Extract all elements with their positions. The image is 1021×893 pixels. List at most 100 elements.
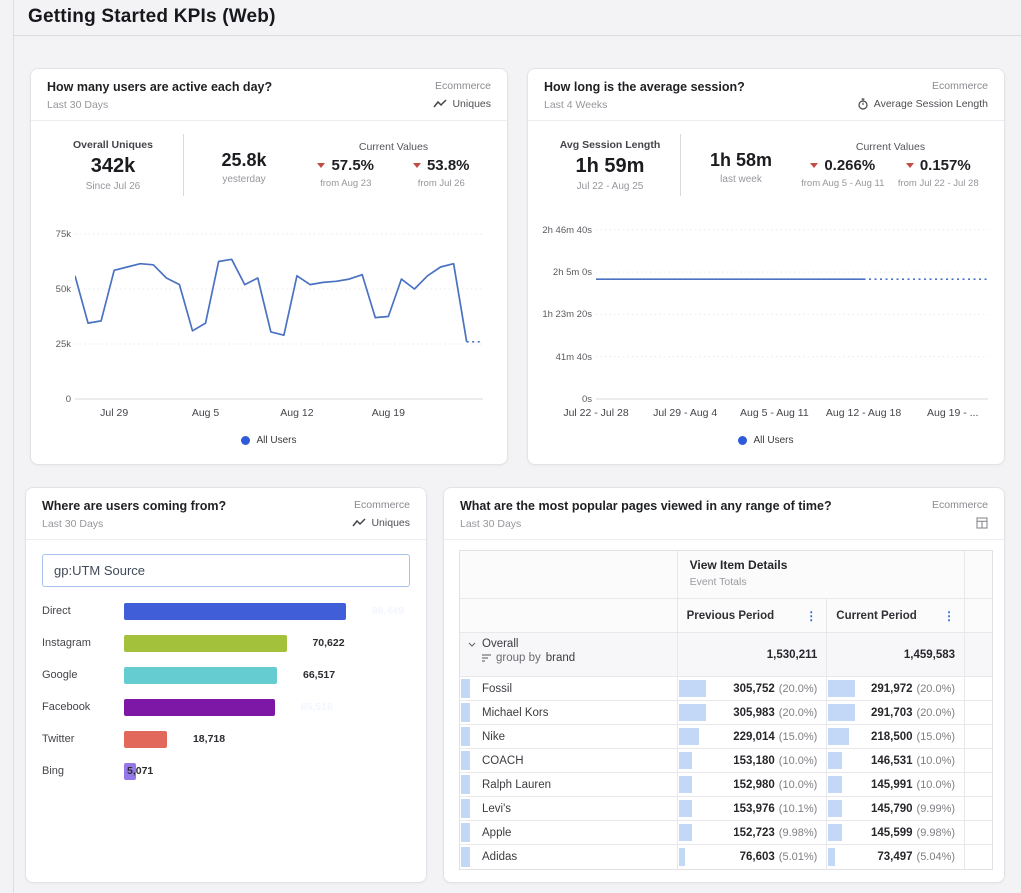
column-previous-period[interactable]: Previous Period ⋮: [678, 599, 828, 632]
kebab-menu-icon[interactable]: ⋮: [943, 609, 955, 623]
utm-bar-row: Facebook65,516: [42, 691, 410, 723]
stat-label: Avg Session Length: [546, 139, 674, 151]
subheader-empty-cell: [460, 599, 678, 632]
stat-latest: 1h 58m last week: [687, 146, 795, 185]
y-tick-label: 41m 40s: [556, 352, 592, 363]
value: 305,983: [733, 707, 775, 719]
date-range-label: Last 30 Days: [47, 99, 272, 111]
subheader-empty-cell: [965, 599, 992, 632]
bar-value-label: 65,516: [301, 699, 333, 716]
brand-name: Michael Kors: [482, 707, 548, 719]
event-name[interactable]: View Item Details: [690, 558, 952, 572]
stat-divider: [680, 134, 681, 196]
group-by-header[interactable]: gp:UTM Source: [42, 554, 410, 587]
y-tick-label: 2h 5m 0s: [553, 267, 592, 278]
line-chart-svg: [75, 221, 483, 401]
board-name[interactable]: Ecommerce: [352, 499, 410, 511]
brand-name: Nike: [482, 731, 505, 743]
value-minibar: [828, 704, 855, 721]
period-value-cell: 146,531(10.0%): [827, 749, 965, 772]
value-minibar: [679, 704, 706, 721]
group-by-chip[interactable]: group by brand: [468, 652, 669, 664]
value: 153,180: [733, 755, 775, 767]
metric-label: Average Session Length: [874, 98, 988, 110]
delta-value: 53.8%: [427, 157, 470, 174]
utm-bar-google[interactable]: [124, 667, 277, 684]
value-minibar: [828, 680, 855, 697]
board-name[interactable]: Ecommerce: [932, 499, 988, 511]
delta-value: 57.5%: [331, 157, 374, 174]
line-chart-svg: [596, 221, 988, 401]
events-table: View Item Details Event Totals Previous …: [459, 550, 993, 870]
row-marker: [461, 727, 470, 746]
stat-caption: Jul 22 - Aug 25: [546, 181, 674, 192]
plot-area: [75, 221, 483, 401]
period-value-cell: 291,703(20.0%): [827, 701, 965, 724]
kebab-menu-icon[interactable]: ⋮: [805, 609, 817, 623]
series-line-all-users: [75, 259, 467, 342]
board-name[interactable]: Ecommerce: [857, 80, 988, 92]
row-end-cell: [965, 701, 992, 724]
metric-label: Uniques: [452, 98, 491, 110]
value-minibar: [679, 728, 699, 745]
x-tick-label: Aug 12 - Aug 18: [826, 407, 901, 419]
value-minibar: [828, 848, 835, 866]
table-row: COACH153,180(10.0%)146,531(10.0%): [460, 749, 992, 773]
utm-bar-direct[interactable]: [124, 603, 346, 620]
delta-caption: from Aug 23: [298, 178, 394, 189]
report-title[interactable]: Where are users coming from?: [42, 499, 226, 513]
x-tick-label: Jul 22 - Jul 28: [563, 407, 628, 419]
report-title[interactable]: What are the most popular pages viewed i…: [460, 499, 832, 513]
bar-track: 18,718: [124, 731, 410, 748]
legend-item-all-users[interactable]: All Users: [738, 435, 793, 446]
overall-current-value: 1,459,583: [904, 649, 955, 661]
table-row: Michael Kors305,983(20.0%)291,703(20.0%): [460, 701, 992, 725]
current-values-label: Current Values: [795, 141, 986, 153]
column-current-period[interactable]: Current Period ⋮: [827, 599, 965, 632]
legend-item-all-users[interactable]: All Users: [241, 435, 296, 446]
utm-bar-facebook[interactable]: [124, 699, 275, 716]
page-title: Getting Started KPIs (Web): [28, 6, 276, 28]
period-value-cell: 152,723(9.98%): [678, 821, 828, 844]
board-name[interactable]: Ecommerce: [433, 80, 491, 92]
legend-dot: [738, 436, 747, 445]
value-minibar: [828, 800, 842, 817]
report-title[interactable]: How many users are active each day?: [47, 80, 272, 94]
delta-block: 0.157% from Jul 22 - Jul 28: [891, 157, 987, 189]
table-icon: [976, 517, 988, 529]
group-by-value: brand: [546, 652, 575, 664]
x-tick-label: Jul 29 - Aug 4: [653, 407, 717, 419]
brand-name: Levi's: [482, 803, 511, 815]
period-value-cell: 305,752(20.0%): [678, 677, 828, 700]
value: 145,991: [871, 779, 913, 791]
current-values-label: Current Values: [298, 141, 489, 153]
chevron-down-icon[interactable]: [468, 642, 476, 647]
value: 73,497: [877, 851, 912, 863]
report-title[interactable]: How long is the average session?: [544, 80, 745, 94]
period-value-cell: 291,972(20.0%): [827, 677, 965, 700]
y-tick-label: 25k: [56, 339, 71, 350]
bar-track: 65,516: [124, 699, 410, 716]
row-marker: [461, 751, 470, 770]
row-marker: [461, 823, 470, 842]
metric-row: [932, 517, 988, 529]
stat-caption: yesterday: [190, 174, 298, 185]
brand-label-cell: Fossil: [460, 677, 678, 700]
utm-bar-twitter[interactable]: [124, 731, 167, 748]
brand-label-cell: Apple: [460, 821, 678, 844]
period-value-cell: 145,599(9.98%): [827, 821, 965, 844]
stat-divider: [183, 134, 184, 196]
period-value-cell: 152,980(10.0%): [678, 773, 828, 796]
utm-bar-row: Instagram70,622: [42, 627, 410, 659]
value-percent: (20.0%): [779, 683, 818, 695]
value: 152,723: [733, 827, 775, 839]
x-axis-labels: Jul 29Aug 5Aug 12Aug 19: [75, 407, 483, 421]
bar-value-label: 5,071: [127, 763, 153, 780]
y-tick-label: 2h 46m 40s: [542, 225, 592, 236]
brand-label-cell: Levi's: [460, 797, 678, 820]
utm-bar-instagram[interactable]: [124, 635, 287, 652]
value: 229,014: [733, 731, 775, 743]
event-header-cell: View Item Details Event Totals: [678, 551, 965, 598]
period-value-cell: 229,014(15.0%): [678, 725, 828, 748]
value: 146,531: [871, 755, 913, 767]
